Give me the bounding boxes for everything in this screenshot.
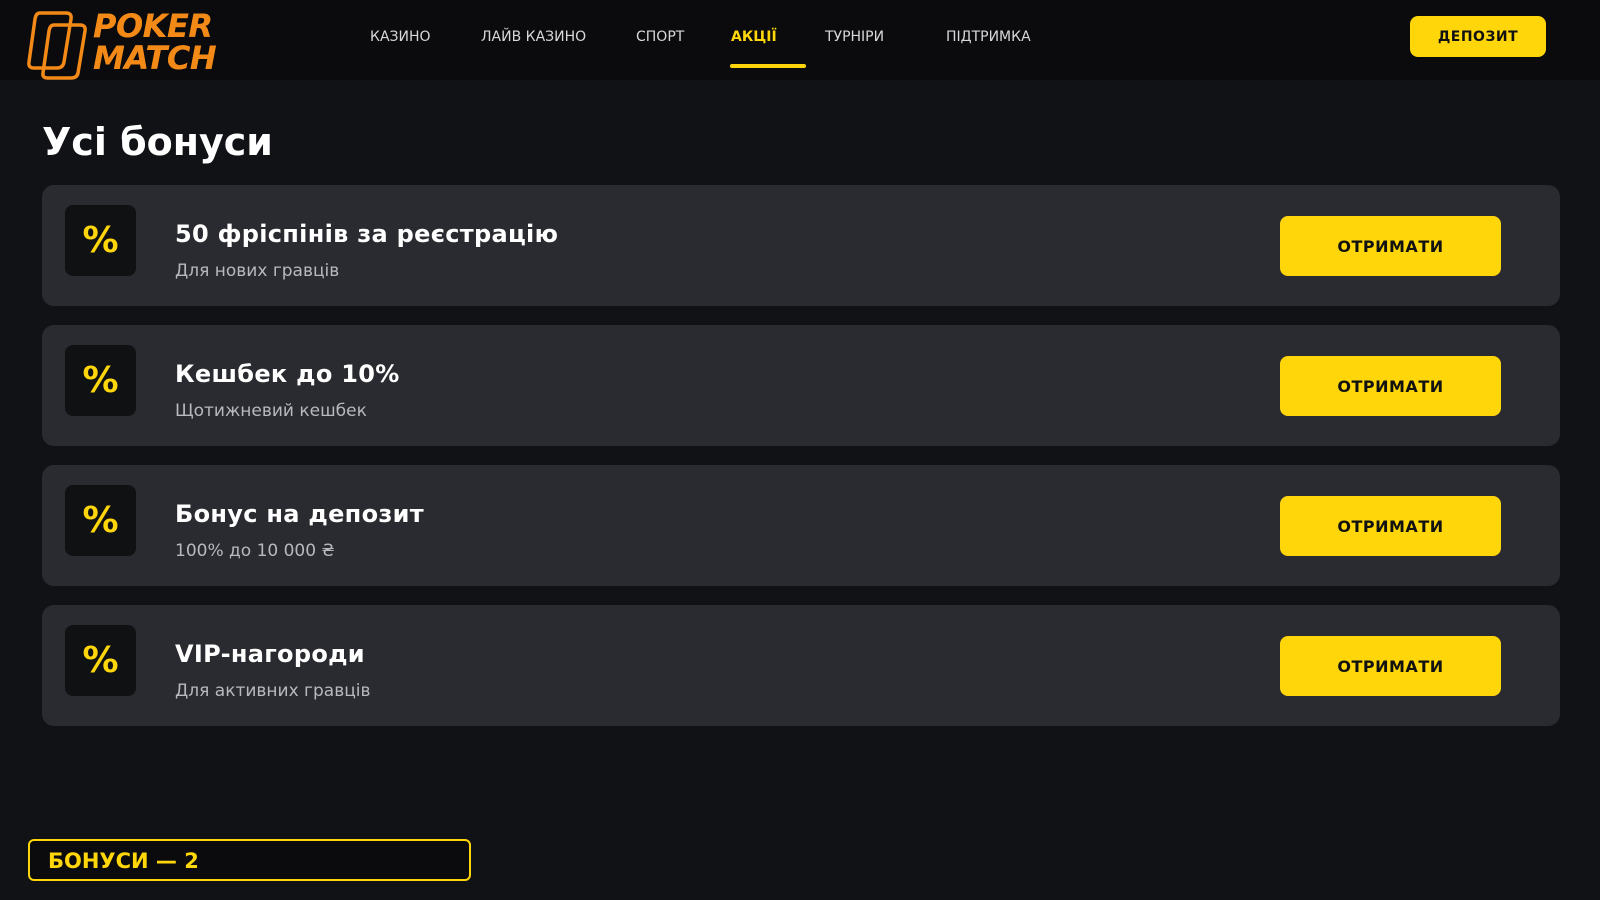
bonus-subtitle: Для нових гравців [175,261,340,281]
bonus-subtitle: 100% до 10 000 ₴ [175,541,335,561]
bonus-title: 50 фріспінів за реєстрацію [175,220,559,248]
page-title: Усі бонуси [42,120,273,164]
bonus-subtitle: Для активних гравців [175,681,371,701]
nav-item-tournaments[interactable]: ТУРНІРИ [825,28,884,46]
claim-bonus-button[interactable]: ОТРИМАТИ [1280,496,1501,556]
bonus-title: VIP-нагороди [175,640,365,668]
bonus-counter-box: БОНУСИ — 2 [28,839,471,881]
logo-word-poker: POKER [93,7,213,45]
top-header: POKER MATCH КАЗИНО ЛАЙВ КАЗИНО СПОРТ АКЦ… [0,0,1600,80]
bonus-card: % VIP-нагороди Для активних гравців ОТРИ… [42,605,1560,726]
claim-bonus-button[interactable]: ОТРИМАТИ [1280,216,1501,276]
bonus-counter-text: БОНУСИ — 2 [48,849,199,873]
bonus-title: Бонус на депозит [175,500,424,528]
percent-icon: % [65,625,136,696]
pokermatch-logo[interactable]: POKER MATCH [26,10,226,80]
nav-item-sport[interactable]: СПОРТ [636,28,684,46]
logo-wordmark: POKER MATCH [93,7,217,77]
nav-item-casino[interactable]: КАЗИНО [370,28,431,46]
nav-active-indicator [730,64,806,68]
logo-word-match: MATCH [93,39,217,77]
nav-item-promotions[interactable]: АКЦІЇ [731,28,777,46]
deposit-button[interactable]: ДЕПОЗИТ [1410,16,1546,57]
bonus-subtitle: Щотижневий кешбек [175,401,367,421]
bonus-card: % Кешбек до 10% Щотижневий кешбек ОТРИМА… [42,325,1560,446]
claim-bonus-button[interactable]: ОТРИМАТИ [1280,636,1501,696]
nav-item-live-casino[interactable]: ЛАЙВ КАЗИНО [481,28,586,46]
percent-icon: % [65,345,136,416]
percent-icon: % [65,485,136,556]
bonus-title: Кешбек до 10% [175,360,400,388]
percent-icon: % [65,205,136,276]
bonus-card: % Бонус на депозит 100% до 10 000 ₴ ОТРИ… [42,465,1560,586]
bonus-card: % 50 фріспінів за реєстрацію Для нових г… [42,185,1560,306]
nav-item-support[interactable]: ПІДТРИМКА [946,28,1031,46]
claim-bonus-button[interactable]: ОТРИМАТИ [1280,356,1501,416]
pokermatch-logo-mark-icon [27,11,87,80]
